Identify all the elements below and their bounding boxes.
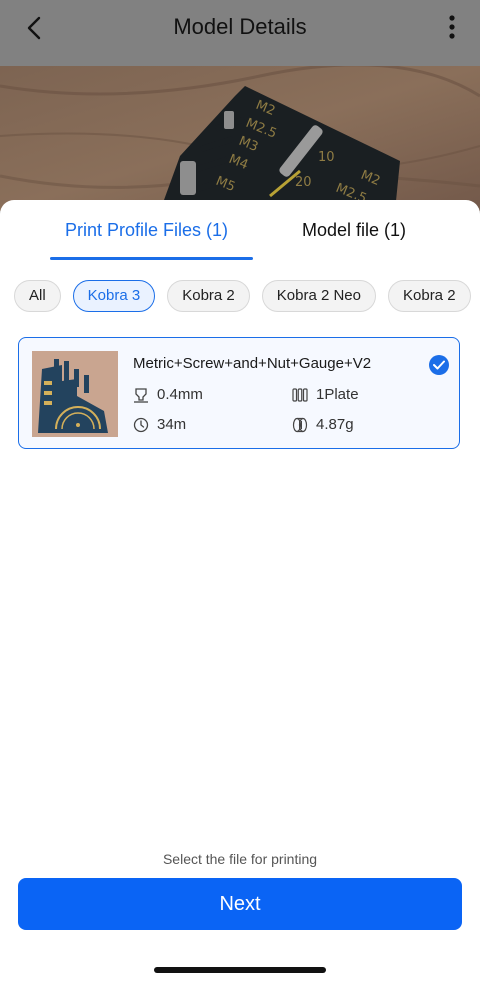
- selection-hint: Select the file for printing: [162, 851, 318, 867]
- nozzle-value: 0.4mm: [157, 386, 203, 403]
- filament-weight: 4.87g: [292, 416, 354, 433]
- filament-spool-icon: [292, 417, 308, 432]
- home-indicator: [154, 967, 326, 973]
- filter-chip-kobra-2[interactable]: Kobra 2: [167, 280, 250, 312]
- printer-filter-bar: All Kobra 3 Kobra 2 Kobra 2 Neo Kobra 2: [14, 280, 480, 314]
- nozzle-icon: [134, 387, 148, 403]
- model-preview-image: M2 M2.5 M3 M4 M5 M2 M2.5 20 10: [0, 66, 480, 211]
- checkmark-icon[interactable]: [429, 355, 449, 375]
- app-header: Model Details: [0, 0, 480, 66]
- filter-chip-kobra-3[interactable]: Kobra 3: [72, 280, 156, 312]
- file-selection-sheet: Print Profile Files (1) Model file (1) A…: [0, 200, 480, 983]
- svg-text:10: 10: [318, 150, 335, 165]
- plate-icon: [292, 387, 308, 402]
- more-options-button[interactable]: [444, 12, 460, 42]
- svg-text:20: 20: [295, 175, 312, 190]
- print-profile-card[interactable]: Metric+Screw+and+Nut+Gauge+V2 0.4mm 1Pla…: [18, 337, 460, 449]
- tab-model-file[interactable]: Model file (1): [302, 220, 406, 241]
- more-vertical-icon: [449, 15, 455, 39]
- weight-value: 4.87g: [316, 416, 354, 433]
- tab-print-profile-files[interactable]: Print Profile Files (1): [65, 220, 228, 241]
- file-name: Metric+Screw+and+Nut+Gauge+V2: [133, 355, 372, 372]
- plate-value: 1Plate: [316, 386, 359, 403]
- nozzle-size: 0.4mm: [133, 386, 203, 403]
- filter-chip-kobra-2-extra[interactable]: Kobra 2: [388, 280, 471, 312]
- time-value: 34m: [157, 416, 187, 433]
- file-thumbnail: [32, 351, 118, 437]
- filter-chip-kobra-2-neo[interactable]: Kobra 2 Neo: [261, 280, 376, 312]
- filter-chip-all[interactable]: All: [14, 280, 61, 312]
- next-button[interactable]: Next: [18, 878, 462, 930]
- print-time: 34m: [133, 416, 186, 433]
- active-tab-indicator: [50, 257, 253, 260]
- tab-bar: Print Profile Files (1) Model file (1): [0, 200, 480, 262]
- page-title: Model Details: [173, 14, 307, 39]
- clock-icon: [133, 417, 149, 432]
- plate-count: 1Plate: [292, 386, 359, 403]
